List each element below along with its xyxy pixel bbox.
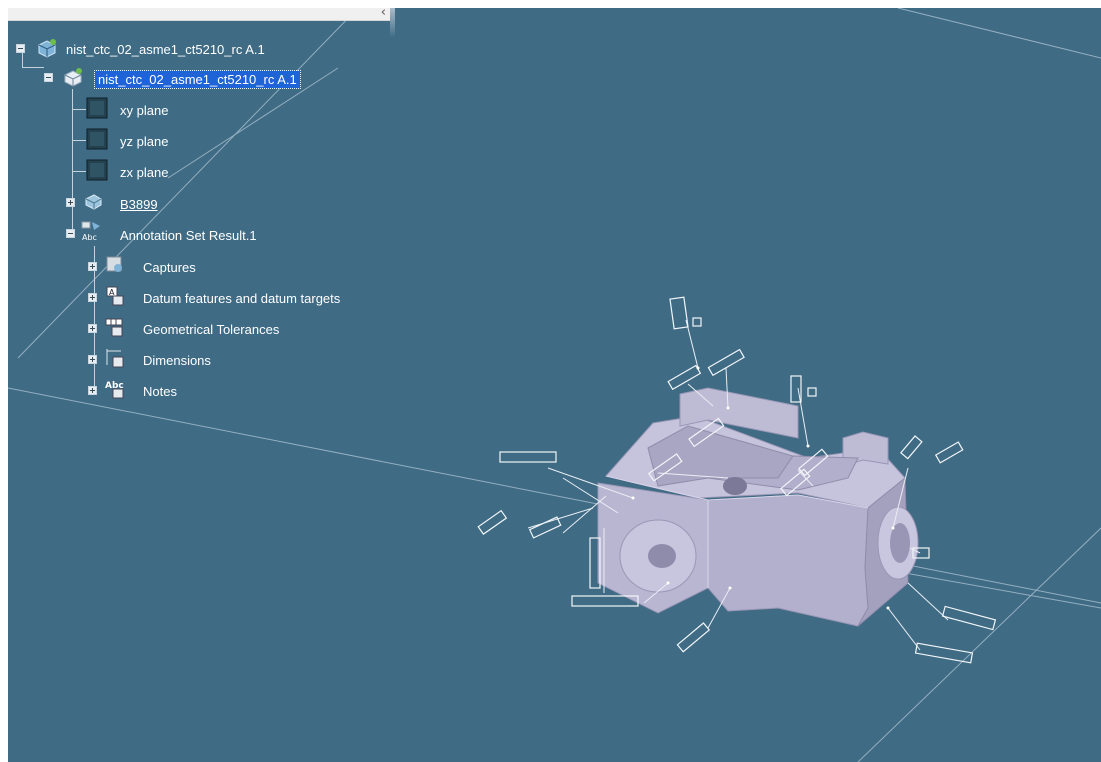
pmi-frame-2: [692, 317, 702, 327]
plane-icon: [86, 97, 108, 119]
anchor-3: [806, 444, 810, 448]
pmi-frame-14: [676, 622, 711, 653]
tree-node-label: Dimensions: [143, 352, 211, 368]
tree-node-body[interactable]: B3899: [120, 193, 158, 215]
plane-edge-5: [897, 8, 1101, 59]
tree-node-label: yz plane: [120, 133, 169, 149]
anchor-7: [891, 526, 895, 530]
plane-icon: [86, 159, 108, 181]
annotation-set-icon: Abc: [81, 221, 100, 242]
tree-node-xy-plane[interactable]: xy plane: [120, 99, 168, 121]
dimensions-expand-toggle[interactable]: [88, 355, 97, 364]
tree-connector: [72, 171, 86, 172]
pmi-frame-3: [667, 364, 702, 391]
pmi-frame-11: [528, 516, 562, 539]
body-icon: [85, 194, 102, 210]
pmi-frame-18: [934, 441, 964, 464]
tree-node-label: B3899: [120, 196, 158, 212]
tree-node-root[interactable]: nist_ctc_02_asme1_ct5210_rc A.1: [66, 38, 265, 60]
leader-14: [887, 607, 921, 651]
plane-icon: [86, 128, 108, 150]
datum-expand-toggle[interactable]: [88, 293, 97, 302]
tree-node-label: nist_ctc_02_asme1_ct5210_rc A.1: [66, 41, 265, 57]
body-expand-toggle[interactable]: [66, 198, 75, 207]
notes-icon: Abc: [105, 381, 124, 399]
model-center-hole: [723, 477, 747, 495]
tree-node-label-selected: nist_ctc_02_asme1_ct5210_rc A.1: [94, 69, 301, 89]
tree-connector: [72, 140, 86, 141]
tree-node-label: Datum features and datum targets: [143, 290, 341, 306]
plane-edge-1: [8, 387, 1101, 604]
captures-icon: [106, 256, 122, 272]
anchor-4: [631, 496, 635, 500]
tree-node-label: Geometrical Tolerances: [143, 321, 280, 337]
part-collapse-toggle[interactable]: [44, 73, 53, 82]
tree-node-zx-plane[interactable]: zx plane: [120, 161, 168, 183]
root-collapse-toggle[interactable]: [16, 44, 25, 53]
pmi-frame-1: [669, 296, 689, 330]
tree-splitter[interactable]: [390, 8, 395, 38]
product-icon: [38, 39, 56, 58]
plane-edge-6: [887, 569, 1101, 609]
tree-node-label: Annotation Set Result.1: [120, 227, 257, 243]
model-left-bore: [648, 544, 676, 568]
tree-node-label: xy plane: [120, 102, 169, 118]
pmi-frame-6: [807, 387, 817, 397]
pmi-frame-20: [941, 605, 997, 631]
part-icon: [64, 68, 82, 87]
annotation-set-collapse-toggle[interactable]: [66, 229, 75, 238]
anchor-8: [886, 606, 890, 610]
model-front-face: [707, 494, 869, 627]
tree-node-annotation-set[interactable]: Annotation Set Result.1: [120, 224, 257, 246]
tree-node-captures[interactable]: Captures: [143, 256, 196, 278]
captures-expand-toggle[interactable]: [88, 262, 97, 271]
datum-icon: A: [106, 286, 124, 306]
gearbox-housing-model[interactable]: [597, 387, 919, 627]
tree-node-part[interactable]: nist_ctc_02_asme1_ct5210_rc A.1: [94, 68, 301, 90]
pmi-frame-9: [499, 451, 557, 463]
anchor-6: [728, 586, 732, 590]
tree-connector: [22, 67, 44, 68]
svg-text:Abc: Abc: [82, 233, 97, 242]
geometrical-tolerances-expand-toggle[interactable]: [88, 324, 97, 333]
tree-connector: [72, 109, 86, 110]
tree-node-label: zx plane: [120, 164, 169, 180]
tree-node-label: Captures: [143, 259, 196, 275]
leader-13: [907, 582, 949, 621]
collapse-panel-icon[interactable]: ‹: [381, 5, 386, 20]
tree-node-notes[interactable]: Notes: [143, 380, 177, 402]
tree-connector: [72, 89, 73, 233]
tree-scroll-strip[interactable]: ‹: [8, 5, 390, 21]
dimension-icon: [106, 349, 124, 368]
anchor-2: [726, 406, 730, 410]
tree-node-label: Notes: [143, 383, 177, 399]
anchor-5: [666, 581, 670, 585]
geometrical-tolerance-icon: [105, 318, 123, 337]
anchor-1: [696, 366, 700, 370]
tree-node-geometrical-tolerances[interactable]: Geometrical Tolerances: [143, 318, 279, 340]
tree-node-dimensions[interactable]: Dimensions: [143, 349, 211, 371]
notes-expand-toggle[interactable]: [88, 386, 97, 395]
pmi-frame-17: [900, 435, 923, 460]
pmi-frame-10: [477, 509, 508, 535]
tree-node-yz-plane[interactable]: yz plane: [120, 130, 168, 152]
leader-4: [797, 387, 809, 447]
tree-node-datum-features[interactable]: Datum features and datum targets: [143, 287, 340, 309]
